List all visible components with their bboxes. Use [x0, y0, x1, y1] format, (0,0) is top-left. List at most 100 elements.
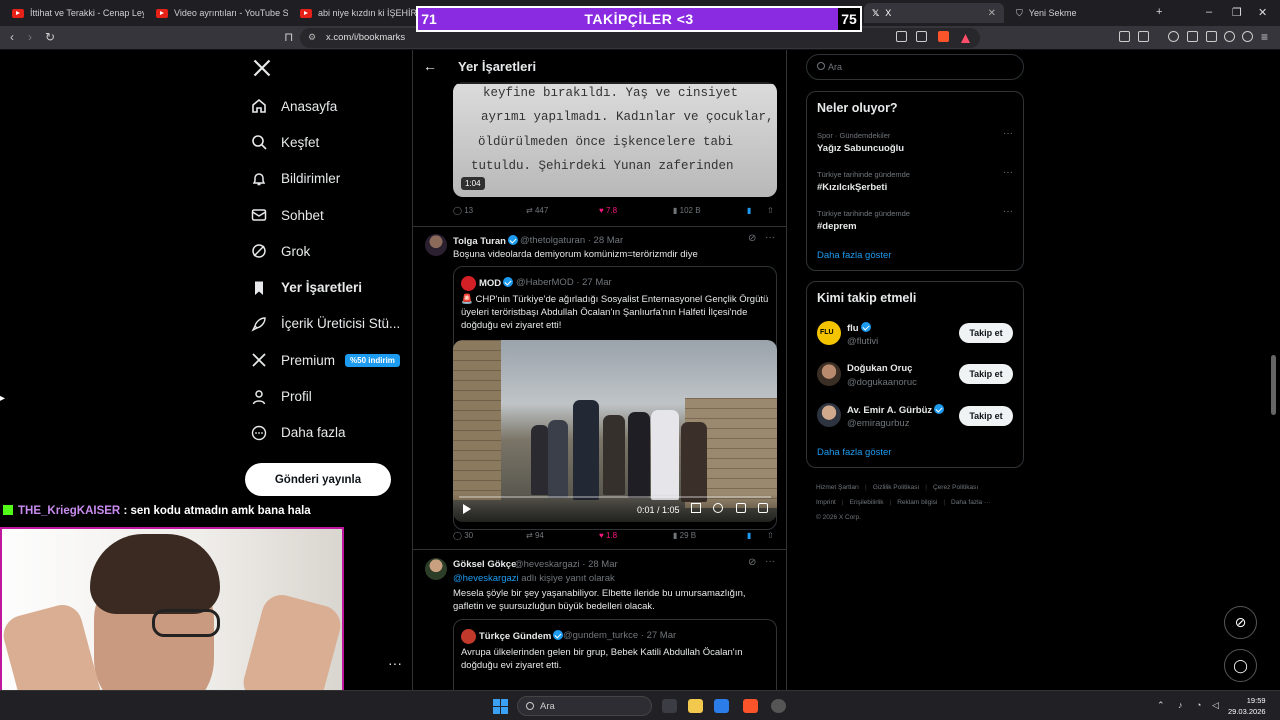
post-button[interactable]: Gönderi yayınla: [245, 463, 391, 496]
wallet-icon[interactable]: [1206, 31, 1217, 42]
bookmark-page-icon[interactable]: ⊓: [284, 30, 293, 44]
video-progress-bar[interactable]: [459, 496, 771, 498]
follow-button[interactable]: Takip et: [959, 323, 1013, 343]
file-explorer-icon[interactable]: [688, 699, 703, 713]
volume-icon[interactable]: ◁: [1212, 700, 1219, 711]
suggested-user-handle[interactable]: @dogukaanoruc: [847, 377, 917, 388]
footer-link[interactable]: Reklam bilgisi: [897, 499, 937, 506]
grok-icon[interactable]: ⊘: [748, 557, 756, 568]
tweet-author-name[interactable]: Tolga Turan: [453, 235, 518, 247]
brave-rewards-icon[interactable]: [960, 31, 971, 43]
grok-icon[interactable]: ⊘: [748, 233, 756, 244]
bookmark-filled-icon[interactable]: ▮: [747, 531, 751, 540]
follow-show-more-link[interactable]: Daha fazla göster: [817, 447, 891, 458]
account-menu-dots-icon[interactable]: ···: [388, 655, 402, 671]
trend-more-icon[interactable]: ···: [1003, 128, 1013, 139]
back-icon[interactable]: ‹: [10, 30, 14, 44]
brave-shield-icon[interactable]: [938, 31, 949, 42]
fullscreen-icon[interactable]: [758, 503, 768, 513]
footer-link[interactable]: Gizlilik Politikası: [873, 484, 920, 491]
footer-link[interactable]: Erişilebilirlik: [850, 499, 884, 506]
follow-button[interactable]: Takip et: [959, 406, 1013, 426]
leo-icon[interactable]: [1224, 31, 1235, 42]
reply-button[interactable]: ◯ 13: [453, 206, 473, 215]
sidebar-item-more[interactable]: Daha fazla: [250, 415, 400, 451]
sidebar-item-messages[interactable]: Sohbet: [250, 197, 400, 233]
x-logo-icon[interactable]: [252, 58, 272, 78]
tweet-author-name[interactable]: Göksel Gökçe: [453, 559, 516, 570]
pip-icon[interactable]: [736, 503, 746, 513]
sidebar-item-creator-studio[interactable]: İçerik Üreticisi Stü...: [250, 306, 400, 342]
footer-link[interactable]: Çerez Politikası: [933, 484, 978, 491]
search-input[interactable]: Ara: [806, 54, 1024, 80]
trends-show-more-link[interactable]: Daha fazla göster: [817, 250, 891, 261]
avatar[interactable]: [817, 362, 841, 386]
footer-link[interactable]: Hizmet Şartları: [816, 484, 859, 491]
share-icon[interactable]: ⇧: [767, 531, 774, 540]
vpn-icon[interactable]: [1242, 31, 1253, 42]
sidebar-icon[interactable]: [1187, 31, 1198, 42]
maximize-icon[interactable]: ❐: [1232, 6, 1242, 19]
taskbar-search-input[interactable]: Ara: [517, 696, 652, 716]
play-icon[interactable]: [463, 504, 471, 514]
repost-button[interactable]: ⇄ 94: [526, 531, 544, 540]
share-icon[interactable]: [916, 31, 927, 42]
sidebar-item-profile[interactable]: Profil: [250, 378, 400, 414]
browser-tab[interactable]: abi niye kızdın ki İŞEHİR BULMA: [292, 3, 416, 23]
window-close-icon[interactable]: ✕: [1258, 6, 1267, 19]
tab-icon[interactable]: [1138, 31, 1149, 42]
browser-tab[interactable]: ⛉ Yeni Sekme: [1008, 3, 1148, 23]
sidebar-item-grok[interactable]: Grok: [250, 233, 400, 269]
avatar[interactable]: [425, 234, 447, 256]
music-icon[interactable]: [1168, 31, 1179, 42]
settings-icon[interactable]: [713, 503, 723, 513]
grok-button[interactable]: ⊘: [1224, 606, 1257, 639]
avatar[interactable]: FLU: [817, 321, 841, 345]
chat-button[interactable]: ◯: [1224, 649, 1257, 682]
task-view-icon[interactable]: [662, 699, 677, 713]
mute-icon[interactable]: [691, 503, 701, 513]
microphone-icon[interactable]: ♪: [1178, 700, 1183, 710]
browser-tab-active[interactable]: 𝕏 X ✕: [864, 3, 1004, 23]
back-arrow-icon[interactable]: ←: [423, 58, 437, 74]
close-tab-icon[interactable]: ✕: [988, 8, 996, 19]
views-button[interactable]: ▮ 29 B: [673, 531, 696, 540]
bookmark-filled-icon[interactable]: ▮: [747, 206, 751, 215]
browser-tab[interactable]: Video ayrıntıları - YouTube Studio: [148, 3, 288, 23]
taskbar-clock[interactable]: 19:59 29.03.2026: [1228, 695, 1266, 717]
store-icon[interactable]: [714, 699, 729, 713]
network-icon[interactable]: ◔: [1196, 700, 1201, 710]
browser-tab[interactable]: İttihat ve Terakki - Cenap Leyla: [4, 3, 144, 23]
tray-chevron-icon[interactable]: ⌃: [1157, 700, 1165, 711]
tweet-author-handle[interactable]: @thetolgaturan · 28 Mar: [520, 235, 623, 246]
views-button[interactable]: ▮ 102 B: [673, 206, 701, 215]
extension-icon[interactable]: [1119, 31, 1130, 42]
suggested-user-handle[interactable]: @flutivi: [847, 336, 878, 347]
sidebar-item-bookmarks[interactable]: Yer İşaretleri: [250, 269, 400, 305]
sidebar-item-premium[interactable]: Premium %50 indirim: [250, 342, 400, 378]
repost-button[interactable]: ⇄ 447: [526, 206, 548, 215]
sidebar-item-home[interactable]: Anasayfa: [250, 88, 400, 124]
footer-link[interactable]: Daha fazla ···: [951, 499, 990, 506]
footer-link[interactable]: Imprint: [816, 499, 836, 506]
suggested-user-name[interactable]: flu: [847, 322, 871, 334]
trend-more-icon[interactable]: ···: [1003, 167, 1013, 178]
share-icon[interactable]: ⇧: [767, 206, 774, 215]
new-tab-icon[interactable]: +: [1156, 6, 1162, 18]
tweet-more-icon[interactable]: ···: [765, 232, 775, 243]
tweet-more-icon[interactable]: ···: [765, 556, 775, 567]
reply-to-handle[interactable]: @heveskargazi: [453, 573, 519, 584]
site-info-icon[interactable]: ⚙: [308, 32, 316, 43]
avatar[interactable]: [817, 403, 841, 427]
suggested-user-name[interactable]: Doğukan Oruç: [847, 363, 912, 374]
tweet-video[interactable]: keyfine bırakıldı. Yaş ve cinsiyet ayrım…: [453, 82, 777, 197]
obs-icon[interactable]: [771, 699, 786, 713]
trend-more-icon[interactable]: ···: [1003, 206, 1013, 217]
like-button[interactable]: ♥ 7.8: [599, 206, 617, 215]
minimize-icon[interactable]: –: [1206, 6, 1212, 18]
brave-browser-icon[interactable]: [743, 699, 758, 713]
suggested-user-handle[interactable]: @emiragurbuz: [847, 418, 909, 429]
reload-icon[interactable]: ↻: [45, 30, 55, 44]
tweet-video[interactable]: 0:01 / 1:05: [453, 340, 777, 522]
forward-icon[interactable]: ›: [28, 30, 32, 44]
